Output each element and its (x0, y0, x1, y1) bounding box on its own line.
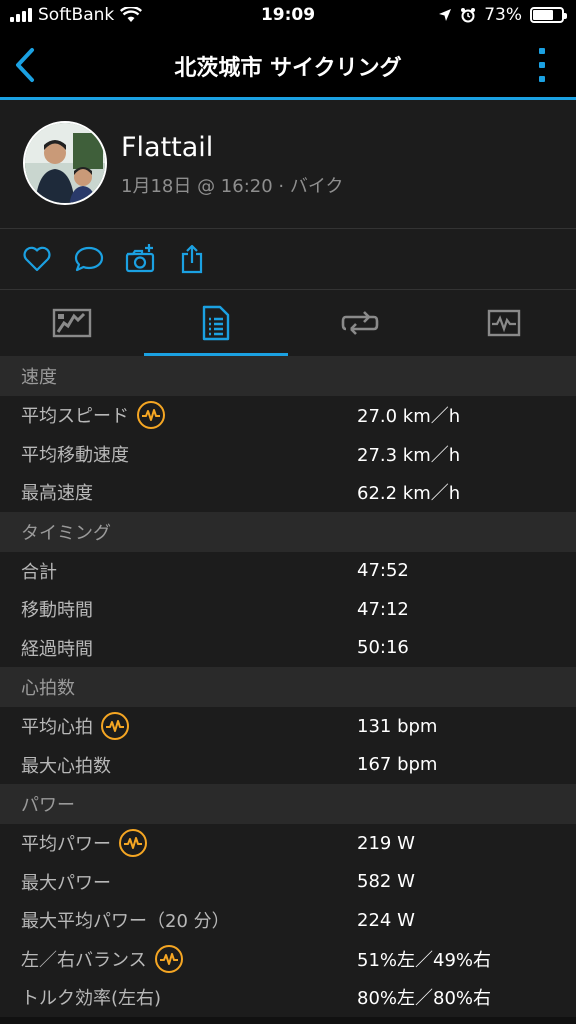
stat-value: 131 bpm (357, 715, 438, 737)
activity-header: Flattail 1月18日 @ 16:20 · バイク (0, 100, 576, 228)
stat-row: 最高速度 62.2 km／h (0, 473, 576, 512)
comment-icon[interactable] (73, 243, 105, 275)
stat-value: 47:12 (357, 598, 409, 620)
stat-label: 平均スピード (21, 406, 129, 428)
stat-label: 合計 (21, 561, 57, 583)
stat-label-container: 経過時間 (21, 635, 93, 661)
stat-label: 平均移動速度 (21, 444, 129, 466)
chart-icon (487, 309, 521, 337)
stat-value: 47:52 (357, 560, 409, 582)
share-icon[interactable] (176, 243, 208, 275)
battery-icon (530, 7, 567, 23)
stat-value: 27.0 km／h (357, 406, 461, 428)
stat-row: 最大平均パワー（20 分） 224 W (0, 901, 576, 940)
stat-row: 左／右バランス 51%左／49%右 (0, 939, 576, 978)
stat-label: 左／右バランス (21, 949, 147, 971)
tab-charts[interactable] (432, 290, 576, 356)
stat-label: 最高速度 (21, 483, 93, 505)
stat-label: 平均心拍 (21, 717, 93, 739)
tab-laps[interactable] (288, 290, 432, 356)
stat-value: 62.2 km／h (357, 483, 461, 505)
stat-label-container: 平均スピード (21, 401, 165, 430)
stat-label-container: 平均パワー (21, 829, 147, 858)
stat-label-container: 移動時間 (21, 596, 93, 622)
athlete-name[interactable]: Flattail (121, 132, 213, 163)
chart-badge-icon[interactable] (137, 401, 165, 430)
stat-row: 経過時間 50:16 (0, 628, 576, 667)
stat-value: 582 W (357, 871, 415, 893)
stat-label-container: 最大心拍数 (21, 752, 111, 778)
stat-label-container: 左／右バランス (21, 944, 183, 973)
tab-bar (0, 290, 576, 356)
stat-row: 平均パワー 219 W (0, 824, 576, 863)
section-header: 速度 (0, 356, 576, 396)
stat-row: 平均心拍 131 bpm (0, 707, 576, 746)
tab-map[interactable] (0, 290, 144, 356)
section-header: パワー (0, 784, 576, 824)
stat-row: 最大パワー 582 W (0, 862, 576, 901)
stat-label-container: トルク効率(左右) (21, 984, 161, 1010)
stat-label: トルク効率(左右) (21, 988, 162, 1010)
chart-badge-icon[interactable] (101, 712, 129, 741)
stat-value: 27.3 km／h (357, 444, 461, 466)
stat-value: 219 W (357, 832, 415, 854)
stat-label-container: 合計 (21, 558, 57, 584)
stat-label: 経過時間 (21, 638, 93, 660)
status-bar: SoftBank 19:09 73% (0, 0, 576, 32)
stat-row: 合計 47:52 (0, 551, 576, 590)
chart-badge-icon[interactable] (119, 829, 147, 858)
stat-row: 平均スピード 27.0 km／h (0, 396, 576, 435)
section-header: タイミング (0, 511, 576, 552)
more-vertical-icon[interactable] (538, 48, 546, 82)
stat-value: 224 W (357, 909, 415, 931)
chart-badge-icon[interactable] (154, 944, 183, 973)
stat-value: 50:16 (357, 637, 409, 659)
map-icon (52, 308, 92, 338)
stat-label-container: 最高速度 (21, 479, 93, 505)
page-title: 北茨城市 サイクリング (174, 56, 402, 81)
stat-label-container: 最大平均パワー（20 分） (21, 907, 230, 933)
stat-label: 最大心拍数 (21, 755, 111, 777)
stat-label: 最大平均パワー（20 分） (21, 911, 230, 933)
stat-label: 最大パワー (21, 872, 111, 894)
action-bar (0, 229, 576, 289)
camera-add-icon[interactable] (124, 243, 156, 275)
stat-label-container: 平均心拍 (21, 712, 129, 741)
stat-label: 平均パワー (21, 834, 111, 856)
stat-value: 51%左／49%右 (357, 949, 492, 971)
stat-value: 167 bpm (357, 754, 438, 776)
stat-row: 移動時間 47:12 (0, 590, 576, 629)
document-list-icon (202, 305, 230, 341)
alarm-icon (461, 8, 476, 23)
stats-list: 速度平均スピード 27.0 km／h 平均移動速度 27.3 km／h 最高速度 62.2… (0, 356, 576, 1017)
laps-icon (341, 311, 379, 335)
activity-meta: 1月18日 @ 16:20 · バイク (121, 176, 344, 197)
avatar[interactable] (23, 121, 107, 205)
stat-label: 移動時間 (21, 600, 93, 622)
tab-stats[interactable] (144, 290, 288, 356)
section-header: 心拍数 (0, 667, 576, 707)
stat-value: 80%左／80%右 (357, 988, 492, 1010)
location-icon (439, 9, 452, 21)
stat-label-container: 最大パワー (21, 869, 111, 895)
stat-label-container: 平均移動速度 (21, 441, 129, 467)
heart-icon[interactable] (21, 243, 53, 275)
battery-percent: 73% (484, 5, 522, 25)
nav-bar: 北茨城市 サイクリング (0, 32, 576, 98)
stat-row: トルク効率(左右) 80%左／80%右 (0, 978, 576, 1017)
stat-row: 平均移動速度 27.3 km／h (0, 434, 576, 473)
stat-row: 最大心拍数 167 bpm (0, 745, 576, 784)
